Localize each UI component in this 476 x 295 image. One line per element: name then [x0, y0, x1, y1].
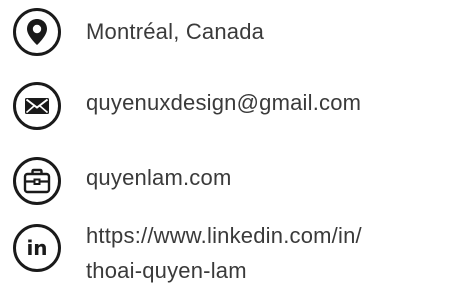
contact-linkedin[interactable]: in https://www.linkedin.com/in/ thoai-qu… [13, 223, 362, 288]
contact-email[interactable]: quyenuxdesign@gmail.com [13, 82, 361, 130]
contact-list: Montréal, Canada quyenuxdesign@gmail.com… [0, 0, 476, 295]
location-text: Montréal, Canada [86, 19, 265, 44]
briefcase-icon [13, 157, 61, 205]
linkedin-icon-text: in [26, 235, 48, 260]
contact-website[interactable]: quyenlam.com [13, 157, 231, 205]
linkedin-link[interactable]: https://www.linkedin.com/in/ thoai-quyen… [86, 218, 362, 288]
envelope-icon [13, 82, 61, 130]
linkedin-url-line1[interactable]: https://www.linkedin.com/in/ [86, 218, 362, 253]
contact-location: Montréal, Canada [13, 8, 264, 56]
linkedin-url-line2[interactable]: thoai-quyen-lam [86, 253, 362, 288]
website-link[interactable]: quyenlam.com [86, 160, 231, 195]
location-pin-icon [13, 8, 61, 56]
email-link[interactable]: quyenuxdesign@gmail.com [86, 85, 361, 120]
linkedin-icon: in [13, 224, 61, 272]
